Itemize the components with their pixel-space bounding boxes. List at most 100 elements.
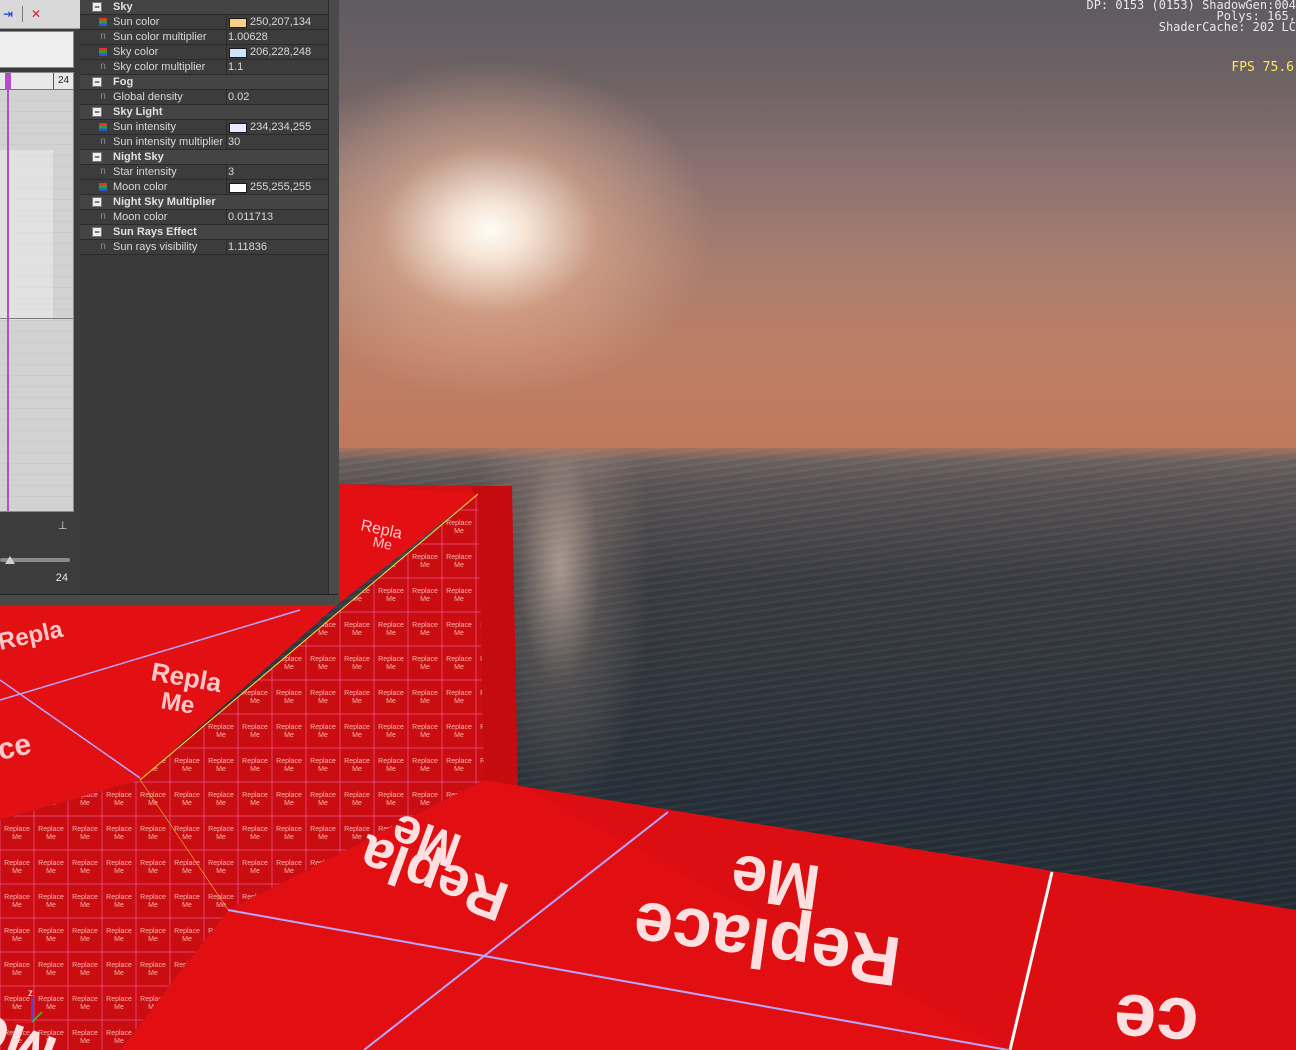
property-value[interactable]: 206,228,248: [250, 45, 311, 59]
property-group-header[interactable]: − Sun Rays Effect: [80, 225, 328, 240]
toolbar-separator: [22, 6, 23, 22]
color-type-icon: [99, 18, 107, 26]
next-key-icon[interactable]: ⇥: [0, 6, 16, 22]
playhead[interactable]: [7, 89, 9, 511]
timeline-track[interactable]: 24: [0, 72, 74, 512]
property-group-label: Night Sky Multiplier: [113, 196, 216, 208]
svg-text:z: z: [28, 988, 33, 999]
color-type-icon: [99, 48, 107, 56]
property-group-label: Night Sky: [113, 151, 164, 163]
property-row[interactable]: n Sun rays visibility 1.11836: [80, 240, 328, 255]
property-name: Sun color: [113, 16, 160, 28]
property-value[interactable]: 1.00628: [228, 30, 268, 44]
render-stats: DP: 0153 (0153) ShadowGen:004 Polys: 165…: [1086, 0, 1296, 34]
property-row[interactable]: n Moon color 0.011713: [80, 210, 328, 225]
property-row[interactable]: n Sky color multiplier 1.1: [80, 60, 328, 75]
column-divider: [226, 60, 227, 74]
column-divider: [226, 240, 227, 254]
number-type-icon: n: [100, 211, 106, 222]
property-value[interactable]: 3: [228, 165, 234, 179]
property-row[interactable]: Sky color 206,228,248: [80, 45, 328, 60]
property-group-header[interactable]: − Fog: [80, 75, 328, 90]
property-name: Sky color multiplier: [113, 61, 206, 73]
texture-label: Me: [159, 687, 197, 719]
color-swatch[interactable]: [229, 48, 247, 58]
property-row[interactable]: n Global density 0.02: [80, 90, 328, 105]
texture-label: Me: [726, 841, 824, 925]
number-type-icon: n: [100, 166, 106, 177]
property-name: Star intensity: [113, 166, 177, 178]
property-value[interactable]: 234,234,255: [250, 120, 311, 134]
ruler-end-frame: 24: [53, 73, 73, 89]
timeline-header: [0, 31, 74, 68]
playhead-handle[interactable]: [5, 73, 11, 89]
property-name: Sun rays visibility: [113, 241, 198, 253]
frame-slider-handle[interactable]: [5, 556, 15, 564]
color-swatch[interactable]: [229, 183, 247, 193]
property-name: Sun intensity: [113, 121, 176, 133]
number-type-icon: n: [100, 91, 106, 102]
color-swatch[interactable]: [229, 123, 247, 133]
property-value[interactable]: 250,207,134: [250, 15, 311, 29]
column-divider: [226, 180, 227, 194]
properties-panel: − Sky Sun color 250,207,134 n Sun color multi…: [80, 0, 330, 595]
number-type-icon: n: [100, 31, 106, 42]
track-divider: [0, 318, 73, 319]
collapse-icon[interactable]: −: [92, 197, 102, 207]
property-name: Moon color: [113, 181, 168, 193]
property-row[interactable]: Sun intensity 234,234,255: [80, 120, 328, 135]
property-group-header[interactable]: − Night Sky Multiplier: [80, 195, 328, 210]
number-type-icon: n: [100, 136, 106, 147]
column-divider: [226, 45, 227, 59]
collapse-icon[interactable]: −: [92, 227, 102, 237]
timeline-panel: ⇥ ✕ 24 ⊥ 24: [0, 0, 81, 602]
property-value[interactable]: 1.1: [228, 60, 243, 74]
collapse-icon[interactable]: −: [92, 152, 102, 162]
column-divider: [226, 90, 227, 104]
property-group-label: Sun Rays Effect: [113, 226, 197, 238]
track-rows[interactable]: [0, 90, 73, 511]
collapse-icon[interactable]: −: [92, 107, 102, 117]
property-group-header[interactable]: − Sky Light: [80, 105, 328, 120]
property-row[interactable]: n Sun intensity multiplier 30: [80, 135, 328, 150]
pin-icon[interactable]: ⊥: [58, 519, 70, 533]
property-group-header[interactable]: − Sky: [80, 0, 328, 15]
property-group-header[interactable]: − Night Sky: [80, 150, 328, 165]
property-row[interactable]: n Star intensity 3: [80, 165, 328, 180]
current-frame-label: 24: [55, 572, 68, 584]
number-type-icon: n: [100, 61, 106, 72]
collapse-icon[interactable]: −: [92, 2, 102, 12]
property-name: Moon color: [113, 211, 168, 223]
property-value[interactable]: 1.11836: [228, 240, 267, 254]
panel-frame-bottom: [0, 594, 338, 605]
property-group-label: Sky Light: [113, 106, 163, 118]
color-swatch[interactable]: [229, 18, 247, 28]
timeline-toolbar: ⇥ ✕: [0, 0, 80, 29]
property-row[interactable]: Sun color 250,207,134: [80, 15, 328, 30]
property-name: Sun intensity multiplier: [113, 136, 224, 148]
panel-frame: [328, 0, 339, 604]
collapse-icon[interactable]: −: [92, 77, 102, 87]
texture-label: ce: [1111, 977, 1201, 1050]
property-name: Global density: [113, 91, 183, 103]
delete-key-icon[interactable]: ✕: [28, 6, 44, 22]
color-type-icon: [99, 183, 107, 191]
column-divider: [226, 120, 227, 134]
property-group-label: Fog: [113, 76, 134, 88]
property-row[interactable]: Moon color 255,255,255: [80, 180, 328, 195]
property-value[interactable]: 0.011713: [228, 210, 273, 224]
property-row[interactable]: n Sun color multiplier 1.00628: [80, 30, 328, 45]
property-value[interactable]: 30: [228, 135, 240, 149]
fps-counter: FPS 75.6: [1231, 60, 1294, 75]
property-name: Sky color: [113, 46, 159, 58]
number-type-icon: n: [100, 241, 106, 252]
column-divider: [226, 15, 227, 29]
column-divider: [226, 165, 227, 179]
color-type-icon: [99, 123, 107, 131]
property-value[interactable]: 0.02: [228, 90, 249, 104]
property-group-label: Sky: [113, 1, 133, 13]
column-divider: [226, 135, 227, 149]
column-divider: [226, 30, 227, 44]
property-value[interactable]: 255,255,255: [250, 180, 311, 194]
property-name: Sun color multiplier: [113, 31, 207, 43]
